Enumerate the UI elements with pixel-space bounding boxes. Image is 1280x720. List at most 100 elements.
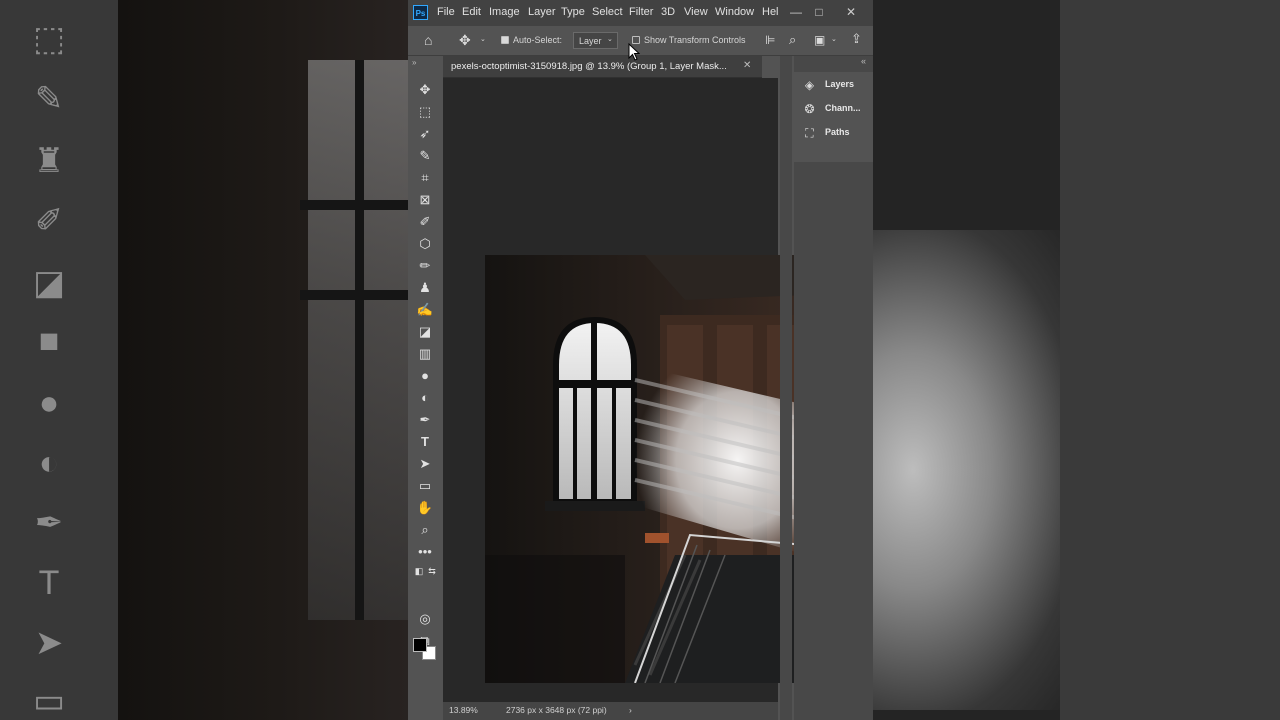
move-tool-icon[interactable]: ✥ <box>416 81 434 99</box>
document-tab[interactable]: pexels-octoptimist-3150918.jpg @ 13.9% (… <box>443 56 762 78</box>
auto-select-target-dropdown[interactable]: Layer ⌄ <box>573 32 618 49</box>
search-icon[interactable]: ⌕ <box>789 33 796 47</box>
menu-bar: Ps File Edit Image Layer Type Select Fil… <box>408 0 873 26</box>
crop-tool-icon[interactable]: ⌗ <box>416 169 434 187</box>
menu-edit[interactable]: Edit <box>462 6 481 18</box>
zoom-tool-icon[interactable]: ⌕ <box>416 521 434 539</box>
history-brush-icon[interactable]: ✍ <box>416 301 434 319</box>
eyedropper-icon[interactable]: ✐ <box>416 213 434 231</box>
background-light-blur <box>873 230 1073 710</box>
chevron-down-icon: ⌄ <box>607 36 613 43</box>
move-tool-preset-icon[interactable]: ✥ <box>459 33 471 47</box>
menu-window[interactable]: Window <box>715 6 754 18</box>
type-tool-icon[interactable]: T <box>416 433 434 451</box>
chevron-down-icon[interactable]: ⌄ <box>831 35 837 43</box>
mouse-cursor-icon <box>628 43 640 61</box>
panel-paths[interactable]: ⛶ Paths <box>802 124 872 144</box>
channels-icon: ❂ <box>804 102 815 116</box>
swap-colors-icon[interactable]: ⇆ <box>423 562 441 580</box>
panels-dock: « ◈ Layers ❂ Chann... ⛶ Paths <box>794 56 873 720</box>
background-brush-icon: ✎ <box>34 80 64 118</box>
maximize-button[interactable]: □ <box>808 3 830 21</box>
background-chip-icon: ⬚ <box>32 20 66 58</box>
panel-channels-label: Chann... <box>825 103 861 113</box>
menu-view[interactable]: View <box>684 6 708 18</box>
background-window-frame <box>300 290 408 300</box>
menu-type[interactable]: Type <box>561 6 585 18</box>
eraser-icon[interactable]: ◪ <box>416 323 434 341</box>
home-icon[interactable]: ⌂ <box>424 33 432 47</box>
more-tools-icon[interactable]: ••• <box>416 543 434 561</box>
auto-select-label: Auto-Select: <box>513 35 563 45</box>
status-bar: 13.89% 2736 px x 3648 px (72 ppi) › <box>443 702 778 720</box>
panel-layers[interactable]: ◈ Layers <box>802 76 872 96</box>
background-panel-blur <box>1060 0 1280 720</box>
gradient-tool-icon[interactable]: ▥ <box>416 345 434 363</box>
background-toolbar-blur: ⬚ ✎ ♜ ✐ ◪ ■ ● ◐ ✒ T ➤ ▭ <box>0 0 118 720</box>
menu-layer[interactable]: Layer <box>528 6 556 18</box>
background-drop-icon: ● <box>38 384 60 422</box>
auto-select-target-value: Layer <box>579 36 602 46</box>
tools-panel: » ✥ ⬚ ➶ ✎ ⌗ ⊠ ✐ ⬡ ✏ ♟ ✍ ◪ ▥ ● ◐ ✒ T ➤ ▭ … <box>408 56 441 720</box>
canvas-area[interactable] <box>443 78 806 702</box>
dodge-tool-icon[interactable]: ◐ <box>416 389 434 407</box>
show-transform-label: Show Transform Controls <box>644 35 746 45</box>
frame-tool-icon[interactable]: ⊠ <box>416 191 434 209</box>
marquee-tool-icon[interactable]: ⬚ <box>416 103 434 121</box>
rectangle-tool-icon[interactable]: ▭ <box>416 477 434 495</box>
menu-select[interactable]: Select <box>592 6 623 18</box>
staircase-photo <box>485 255 806 683</box>
background-history-brush-icon: ✐ <box>34 202 64 240</box>
document-image <box>485 255 806 683</box>
align-icon[interactable]: ⊫ <box>765 33 775 47</box>
hand-tool-icon[interactable]: ✋ <box>416 499 434 517</box>
collapse-panels-icon[interactable]: « <box>861 56 866 66</box>
path-selection-icon[interactable]: ➤ <box>416 455 434 473</box>
status-arrow-icon[interactable]: › <box>629 705 632 715</box>
brush-tool-icon[interactable]: ✏ <box>416 257 434 275</box>
photoshop-logo: Ps <box>413 5 428 20</box>
paths-icon: ⛶ <box>805 126 814 140</box>
menu-file[interactable]: File <box>437 6 455 18</box>
panel-channels[interactable]: ❂ Chann... <box>802 100 872 120</box>
menu-image[interactable]: Image <box>489 6 520 18</box>
foreground-color-swatch[interactable] <box>413 638 427 652</box>
chevron-down-icon[interactable]: ⌄ <box>480 35 486 43</box>
menu-help[interactable]: Hel <box>762 6 779 18</box>
options-bar: ⌂ ✥ ⌄ Auto-Select: Layer ⌄ Show Transfor… <box>408 26 873 56</box>
document-info: 2736 px x 3648 px (72 ppi) <box>506 705 607 715</box>
background-pen-icon: ✒ <box>34 504 64 542</box>
clone-stamp-icon[interactable]: ♟ <box>416 279 434 297</box>
minimize-button[interactable]: — <box>785 3 807 21</box>
lasso-tool-icon[interactable]: ➶ <box>416 125 434 143</box>
quick-selection-icon[interactable]: ✎ <box>416 147 434 165</box>
background-dodge-icon: ◐ <box>38 444 60 482</box>
workspace-icon[interactable]: ▣ <box>814 33 825 47</box>
dock-divider <box>780 56 792 720</box>
background-stamp-icon: ♜ <box>33 142 65 180</box>
auto-select-checkbox[interactable] <box>501 36 509 44</box>
panel-group: ◈ Layers ❂ Chann... ⛶ Paths <box>794 72 873 162</box>
close-window-button[interactable]: ✕ <box>840 3 862 21</box>
share-icon[interactable]: ⇪ <box>851 32 862 46</box>
zoom-level[interactable]: 13.89% <box>449 705 478 715</box>
quick-mask-icon[interactable]: ◎ <box>416 610 434 628</box>
background-eraser-icon: ◪ <box>32 264 66 302</box>
panel-paths-label: Paths <box>825 127 850 137</box>
menu-filter[interactable]: Filter <box>629 6 653 18</box>
document-tab-title: pexels-octoptimist-3150918.jpg @ 13.9% (… <box>451 61 727 72</box>
healing-brush-icon[interactable]: ⬡ <box>416 235 434 253</box>
panel-layers-label: Layers <box>825 79 855 89</box>
background-type-icon: T <box>38 564 60 602</box>
close-icon[interactable]: ✕ <box>743 60 751 71</box>
collapse-toolbar-icon[interactable]: » <box>412 58 416 67</box>
photoshop-window: Ps File Edit Image Layer Type Select Fil… <box>408 0 873 720</box>
menu-3d[interactable]: 3D <box>661 6 675 18</box>
background-rect-icon: ▭ <box>32 682 66 720</box>
background-window-frame <box>300 200 408 210</box>
background-window-frame <box>355 60 364 620</box>
blur-tool-icon[interactable]: ● <box>416 367 434 385</box>
layers-icon: ◈ <box>804 78 815 92</box>
background-arrow-icon: ➤ <box>34 624 64 662</box>
pen-tool-icon[interactable]: ✒ <box>416 411 434 429</box>
